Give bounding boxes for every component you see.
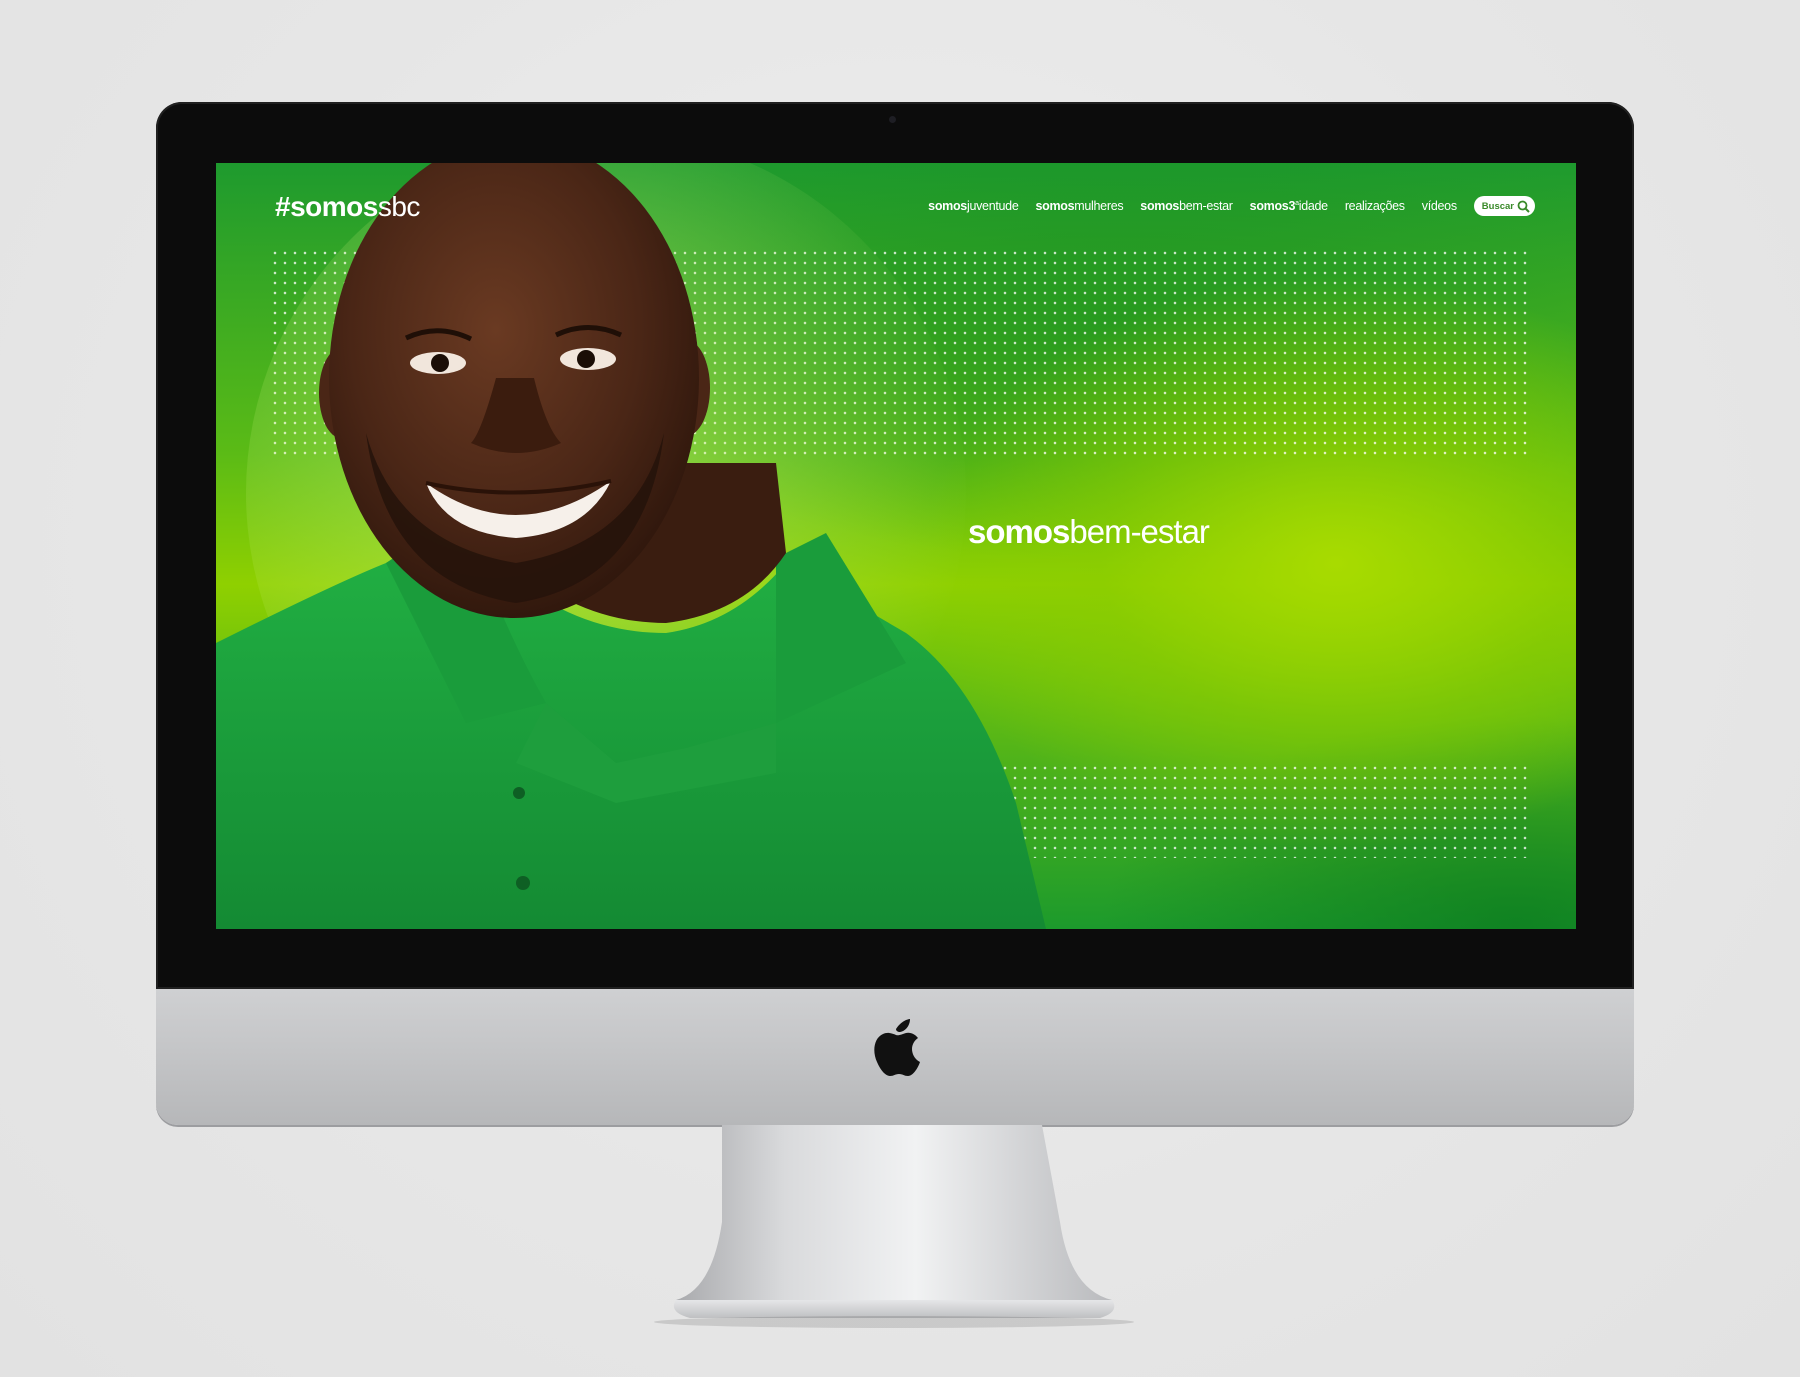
search-button[interactable]: Buscar [1473, 196, 1535, 216]
nav-item-somosmulheres[interactable]: somosmulheres [1035, 199, 1123, 213]
nav-item-bold: somos [1035, 199, 1075, 213]
hero-portrait-image [216, 163, 1046, 929]
main-nav: somosjuventude somosmulheres somosbem-es… [928, 196, 1535, 216]
nav-item-somosbem-estar[interactable]: somosbem-estar [1140, 199, 1233, 213]
hero-title-light: bem-estar [1069, 513, 1210, 550]
nav-item-somosjuventude[interactable]: somosjuventude [928, 199, 1019, 213]
search-label: Buscar [1481, 200, 1514, 212]
camera [889, 116, 896, 123]
site-logo-bold: #somos [275, 191, 378, 222]
nav-item-light: idade [1298, 199, 1328, 213]
nav-item-bold: somos [1249, 199, 1289, 213]
nav-item-light: mulheres [1074, 199, 1124, 213]
nav-item-light: bem-estar [1179, 199, 1233, 213]
website-screen: #somossbc somosjuventude somosmulheres s… [216, 163, 1576, 929]
site-logo[interactable]: #somossbc [275, 191, 420, 223]
nav-item-videos[interactable]: vídeos [1422, 199, 1457, 213]
nav-item-realizacoes[interactable]: realizações [1345, 199, 1405, 213]
nav-item-bold: somos [928, 199, 967, 213]
nav-item-somos3aidade[interactable]: somos3aidade [1250, 199, 1328, 213]
nav-item-light: realizações [1344, 199, 1405, 213]
hero-title-bold: somos [968, 513, 1070, 550]
site-logo-light: sbc [377, 191, 421, 222]
nav-item-light: juventude [966, 199, 1019, 213]
nav-item-bold: somos [1140, 199, 1180, 213]
nav-item-light: vídeos [1421, 199, 1457, 213]
apple-icon [874, 1019, 920, 1076]
hero-title: somosbem-estar [968, 513, 1210, 551]
search-icon [1517, 200, 1530, 213]
